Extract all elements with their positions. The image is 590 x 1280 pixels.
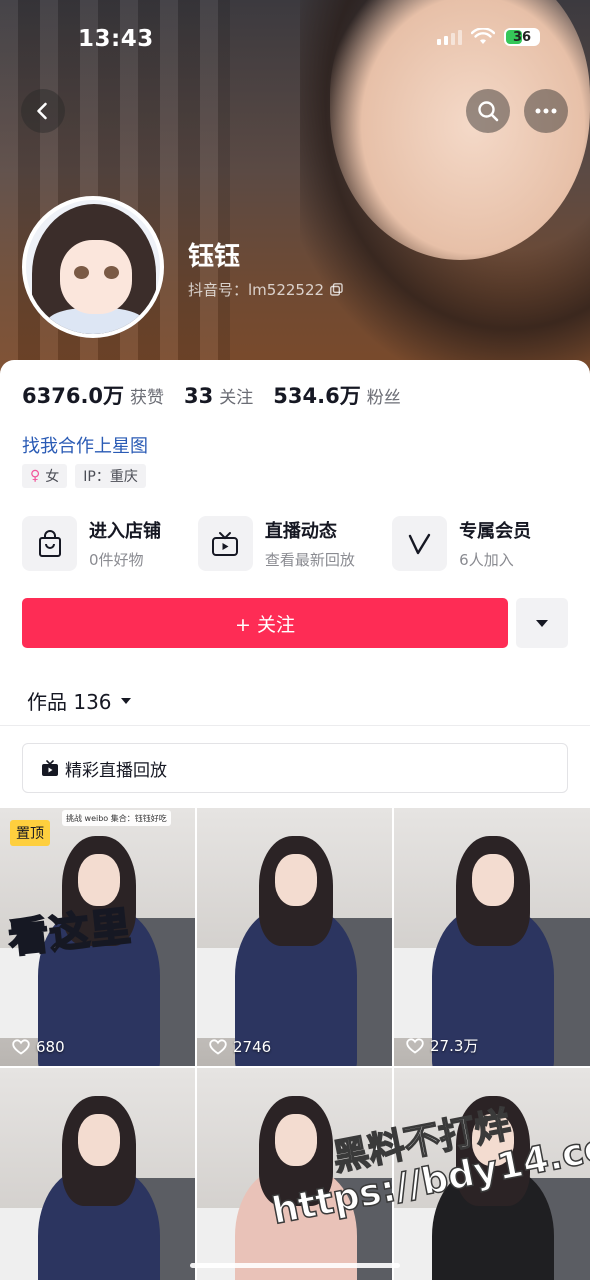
- video-tile[interactable]: 2746: [197, 808, 392, 1066]
- video-likes-count: 27.3万: [430, 1037, 479, 1055]
- profile-bio-link[interactable]: 找我合作上星图: [22, 432, 148, 458]
- wifi-icon: [471, 28, 495, 44]
- chevron-left-icon: [37, 102, 47, 120]
- service-subtitle: 查看最新回放: [264, 551, 355, 569]
- service-entries: 进入店铺 0件好物 直播动态 查看最新回放 专属会员 6人加入: [22, 516, 568, 571]
- tab-works-label: 作品 136: [27, 690, 112, 714]
- service-title: 专属会员: [459, 521, 532, 542]
- profile-nickname: 钰钰: [188, 242, 241, 272]
- shopping-bag-icon: [38, 529, 61, 557]
- recommend-dropdown-button[interactable]: [516, 598, 568, 648]
- stat-value: 33: [184, 384, 214, 408]
- service-subtitle: 6人加入: [459, 551, 514, 569]
- triangle-down-icon: [536, 619, 548, 627]
- battery-level: 36: [512, 29, 532, 45]
- ip-location-text: IP：重庆: [83, 469, 138, 485]
- service-title: 进入店铺: [89, 521, 161, 542]
- stat-label: 获赞: [130, 388, 165, 408]
- video-top-tag: 挑战 weibo 集合：钰钰好吃: [62, 810, 171, 826]
- search-icon: [478, 101, 499, 122]
- caret-down-icon: [120, 697, 131, 704]
- v-icon: [408, 533, 430, 554]
- heart-icon: [12, 1039, 30, 1055]
- douyin-id[interactable]: 抖音号：lm522522: [188, 279, 343, 300]
- status-time: 13:43: [78, 26, 154, 52]
- live-replay-entry[interactable]: 精彩直播回放: [22, 743, 568, 793]
- service-title: 直播动态: [264, 521, 337, 542]
- video-tile[interactable]: [0, 1068, 195, 1280]
- video-likes-count: 680: [36, 1038, 65, 1056]
- video-tile[interactable]: 27.3万: [394, 808, 590, 1066]
- stat-following[interactable]: 33 关注: [184, 383, 253, 408]
- service-membership[interactable]: 专属会员 6人加入: [392, 516, 568, 571]
- follow-button[interactable]: + 关注: [22, 598, 508, 648]
- live-replay-label: 精彩直播回放: [65, 760, 167, 781]
- stat-followers[interactable]: 534.6万 粉丝: [273, 380, 400, 410]
- gender-text: 女: [45, 469, 60, 485]
- avatar[interactable]: [22, 196, 164, 338]
- stat-label: 关注: [219, 388, 254, 408]
- status-icons: 36: [437, 28, 540, 46]
- profile-stats: 6376.0万 获赞 33 关注 534.6万 粉丝: [22, 380, 421, 410]
- profile-tags: ♀ 女 IP：重庆: [22, 464, 146, 488]
- douyin-id-text: 抖音号：lm522522: [188, 281, 325, 299]
- service-shop[interactable]: 进入店铺 0件好物: [22, 516, 198, 571]
- more-button[interactable]: [524, 89, 568, 133]
- video-likes: 680: [12, 1038, 65, 1056]
- home-indicator[interactable]: [190, 1263, 400, 1268]
- stat-value: 6376.0万: [22, 384, 125, 408]
- service-live[interactable]: 直播动态 查看最新回放: [197, 516, 392, 571]
- tv-icon: [42, 759, 58, 776]
- follow-row: + 关注: [22, 598, 568, 648]
- stat-likes[interactable]: 6376.0万 获赞: [22, 380, 164, 410]
- ip-location-tag: IP：重庆: [75, 464, 146, 488]
- video-likes-count: 2746: [233, 1038, 272, 1056]
- more-dots-icon: [535, 108, 557, 114]
- tv-icon: [212, 531, 239, 556]
- divider: [0, 725, 590, 726]
- search-button[interactable]: [466, 89, 510, 133]
- stat-label: 粉丝: [366, 388, 401, 408]
- cellular-signal-icon: [437, 29, 462, 45]
- video-likes: 27.3万: [406, 1035, 478, 1056]
- stat-value: 534.6万: [273, 384, 361, 408]
- battery-icon: 36: [504, 28, 540, 46]
- female-icon: ♀: [30, 468, 41, 484]
- tab-works[interactable]: 作品 136: [27, 686, 132, 715]
- back-button[interactable]: [21, 89, 65, 133]
- service-subtitle: 0件好物: [89, 551, 144, 569]
- video-tile[interactable]: 挑战 weibo 集合：钰钰好吃 置顶 看这里 680: [0, 808, 195, 1066]
- copy-icon[interactable]: [330, 283, 343, 296]
- pinned-badge: 置顶: [10, 820, 50, 846]
- heart-icon: [406, 1037, 424, 1054]
- video-likes: 2746: [209, 1038, 271, 1056]
- gender-tag: ♀ 女: [22, 464, 68, 488]
- heart-icon: [209, 1039, 227, 1055]
